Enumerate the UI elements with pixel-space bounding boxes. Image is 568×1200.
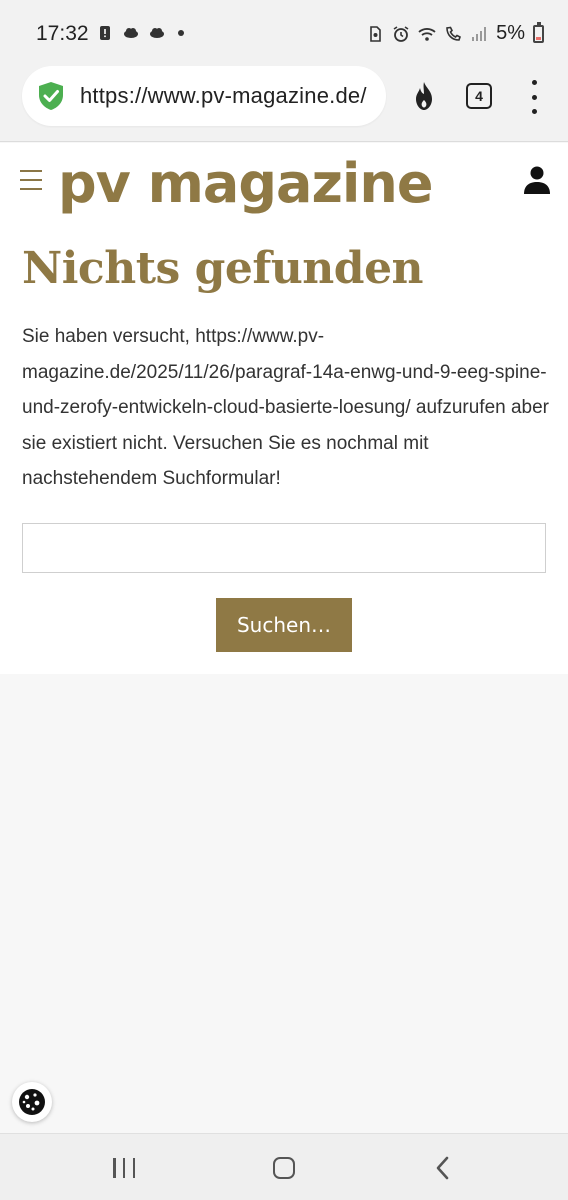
status-time: 17:32 xyxy=(36,22,89,45)
more-notifications-icon xyxy=(178,30,184,36)
search-input[interactable] xyxy=(22,523,546,573)
home-icon[interactable] xyxy=(273,1157,295,1179)
weather-icon xyxy=(122,24,140,42)
battery-icon xyxy=(533,21,544,43)
page-title: Nichts gefunden xyxy=(22,243,424,294)
hamburger-menu-icon[interactable] xyxy=(20,170,42,190)
status-system-icons: 5% xyxy=(366,21,544,45)
tabs-button[interactable]: 4 xyxy=(466,83,492,109)
alarm-icon xyxy=(392,25,410,43)
address-bar[interactable]: https://www.pv-magazine.de/ xyxy=(22,66,386,126)
page-content: pv magazine Nichts gefunden Sie haben ve… xyxy=(0,143,568,674)
browser-toolbar: https://www.pv-magazine.de/ 4 xyxy=(0,60,568,142)
battery-percent: 5% xyxy=(496,22,525,44)
shield-icon[interactable] xyxy=(36,80,66,112)
url-text[interactable]: https://www.pv-magazine.de/ xyxy=(80,83,367,109)
search-button[interactable]: Suchen… xyxy=(216,598,352,652)
site-logo[interactable]: pv magazine xyxy=(58,149,433,219)
wifi-icon xyxy=(418,25,436,43)
recents-icon[interactable] xyxy=(113,1158,135,1178)
signal-icon xyxy=(470,25,488,43)
menu-icon[interactable] xyxy=(527,80,541,114)
weather-icon xyxy=(148,24,166,42)
call-icon xyxy=(444,25,462,43)
tab-count: 4 xyxy=(475,88,483,104)
status-notification-icons xyxy=(96,24,184,42)
user-icon[interactable] xyxy=(522,165,552,195)
sim-icon xyxy=(366,25,384,43)
cookie-settings-button[interactable] xyxy=(12,1082,52,1122)
flame-icon[interactable] xyxy=(409,80,439,112)
back-icon[interactable] xyxy=(433,1155,453,1181)
not-found-message: Sie haben versucht, https://www.pv-magaz… xyxy=(22,326,550,489)
alert-icon xyxy=(96,24,114,42)
cookie-icon xyxy=(17,1087,47,1117)
system-navigation-bar xyxy=(0,1133,568,1200)
